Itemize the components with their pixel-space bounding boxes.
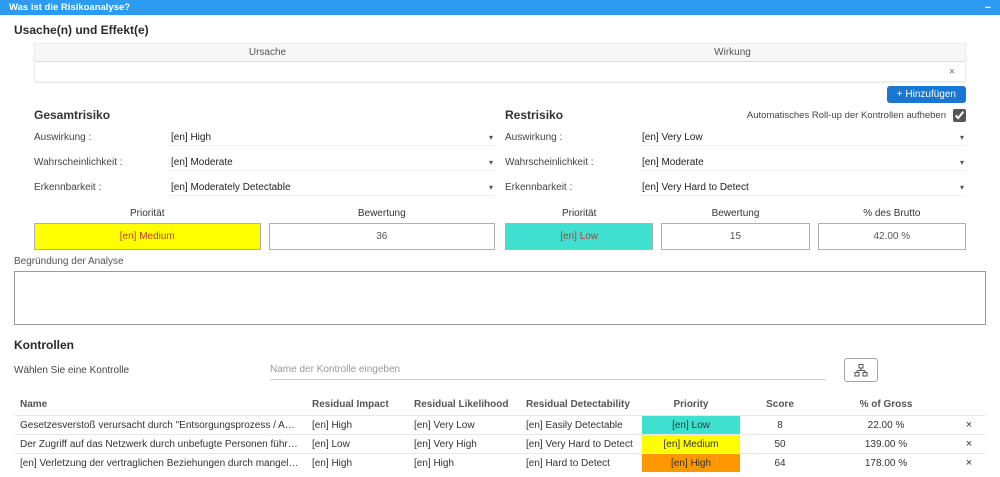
col-score: Score — [766, 399, 794, 410]
residual-detectability-label: Erkennbarkeit : — [505, 182, 573, 193]
effect-input[interactable] — [487, 62, 939, 81]
residual-risk-panel: Restrisiko Automatisches Roll-up der Kon… — [505, 105, 966, 250]
residual-priority-header: Priorität — [561, 208, 597, 219]
chevron-down-icon: ▾ — [959, 132, 964, 142]
gross-likelihood-label: Wahrscheinlichkeit : — [34, 157, 123, 168]
remove-control-icon[interactable]: × — [952, 415, 986, 435]
effect-column-header: Wirkung — [714, 47, 751, 58]
control-detectability: [en] Very Hard to Detect — [520, 434, 642, 454]
chevron-down-icon: ▾ — [488, 182, 493, 192]
table-row: Gesetzesverstoß verursacht durch "Entsor… — [14, 415, 986, 435]
control-priority-badge: [en] Medium — [642, 434, 740, 454]
col-residual-likelihood: Residual Likelihood — [414, 399, 509, 410]
table-row: Der Zugriff auf das Netzwerk durch unbef… — [14, 434, 986, 454]
cause-effect-heading: Usache(n) und Effekt(e) — [14, 23, 149, 37]
residual-likelihood-value: [en] Moderate — [642, 156, 704, 168]
residual-priority-box: [en] Low — [505, 223, 654, 250]
col-name: Name — [20, 399, 48, 410]
control-likelihood: [en] Very High — [408, 434, 520, 454]
gross-detectability-label: Erkennbarkeit : — [34, 182, 102, 193]
residual-likelihood-label: Wahrscheinlichkeit : — [505, 157, 594, 168]
gross-score-header: Bewertung — [357, 208, 406, 219]
control-name: [en] Verletzung der vertraglichen Bezieh… — [14, 453, 306, 472]
residual-impact-value: [en] Very Low — [642, 131, 703, 143]
minimize-icon[interactable]: − — [985, 2, 991, 14]
hierarchy-button[interactable] — [844, 358, 878, 382]
gross-risk-panel: Gesamtrisiko Auswirkung : [en] High ▾ Wa… — [34, 105, 495, 250]
cause-effect-row: × — [35, 62, 965, 81]
control-likelihood: [en] High — [408, 453, 520, 472]
residual-percent-box: 42.00 % — [817, 223, 966, 250]
col-actions — [952, 394, 986, 416]
gross-risk-title: Gesamtrisiko — [34, 108, 111, 122]
chevron-down-icon: ▾ — [959, 157, 964, 167]
gross-impact-value: [en] High — [171, 131, 212, 143]
gross-detectability-select[interactable]: [en] Moderately Detectable ▾ — [169, 180, 495, 196]
table-row: [en] Verletzung der vertraglichen Bezieh… — [14, 453, 986, 472]
cause-effect-table: Ursache Wirkung × — [34, 43, 966, 82]
control-impact: [en] High — [306, 415, 408, 435]
control-score: 50 — [740, 434, 820, 454]
col-residual-impact: Residual Impact — [312, 399, 389, 410]
window-title: Was ist die Risikoanalyse? — [9, 2, 131, 13]
residual-risk-title: Restrisiko — [505, 108, 564, 122]
control-name: Gesetzesverstoß verursacht durch "Entsor… — [14, 415, 306, 435]
residual-detectability-select[interactable]: [en] Very Hard to Detect ▾ — [640, 180, 966, 196]
control-detectability: [en] Hard to Detect — [520, 453, 642, 472]
control-percent: 22.00 % — [820, 415, 952, 435]
control-percent: 139.00 % — [820, 434, 952, 454]
cause-input[interactable] — [35, 62, 487, 81]
control-score: 64 — [740, 453, 820, 472]
remove-control-icon[interactable]: × — [952, 453, 986, 472]
chevron-down-icon: ▾ — [488, 132, 493, 142]
gross-impact-label: Auswirkung : — [34, 132, 92, 143]
residual-score-header: Bewertung — [711, 208, 760, 219]
residual-score-box: 15 — [661, 223, 810, 250]
control-score: 8 — [740, 415, 820, 435]
controls-heading: Kontrollen — [14, 338, 74, 352]
control-impact: [en] High — [306, 453, 408, 472]
window-titlebar: Was ist die Risikoanalyse? − — [0, 0, 1000, 15]
col-percent-gross: % of Gross — [859, 399, 913, 410]
residual-impact-select[interactable]: [en] Very Low ▾ — [640, 130, 966, 146]
rollup-checkbox[interactable] — [953, 108, 966, 122]
col-residual-detectability: Residual Detectability — [526, 399, 630, 410]
chevron-down-icon: ▾ — [959, 182, 964, 192]
justification-label: Begründung der Analyse — [14, 256, 124, 267]
control-priority-badge: [en] Low — [642, 415, 740, 435]
gross-impact-select[interactable]: [en] High ▾ — [169, 130, 495, 146]
control-detectability: [en] Easily Detectable — [520, 415, 642, 435]
cause-column-header: Ursache — [248, 47, 287, 58]
residual-detectability-value: [en] Very Hard to Detect — [642, 181, 749, 193]
remove-control-icon[interactable]: × — [952, 434, 986, 454]
remove-row-icon[interactable]: × — [939, 66, 965, 78]
residual-percent-header: % des Brutto — [863, 208, 921, 219]
control-percent: 178.00 % — [820, 453, 952, 472]
control-picker-label: Wählen Sie eine Kontrolle — [14, 364, 130, 376]
controls-table: Name Residual Impact Residual Likelihood… — [14, 394, 986, 472]
gross-likelihood-value: [en] Moderate — [171, 156, 233, 168]
gross-likelihood-select[interactable]: [en] Moderate ▾ — [169, 155, 495, 171]
chevron-down-icon: ▾ — [488, 157, 493, 167]
residual-impact-label: Auswirkung : — [505, 132, 563, 143]
residual-likelihood-select[interactable]: [en] Moderate ▾ — [640, 155, 966, 171]
gross-priority-box: [en] Medium — [34, 223, 261, 250]
control-priority-badge: [en] High — [642, 453, 740, 472]
control-name: Der Zugriff auf das Netzwerk durch unbef… — [14, 434, 306, 454]
gross-detectability-value: [en] Moderately Detectable — [171, 181, 291, 193]
add-button[interactable]: + Hinzufügen — [886, 86, 966, 103]
control-search-input[interactable] — [270, 360, 826, 380]
control-likelihood: [en] Very Low — [408, 415, 520, 435]
col-priority: Priority — [673, 399, 709, 410]
control-impact: [en] Low — [306, 434, 408, 454]
justification-textarea[interactable] — [14, 271, 986, 325]
hierarchy-icon — [854, 363, 868, 376]
rollup-label: Automatisches Roll-up der Kontrollen auf… — [746, 109, 946, 121]
cause-effect-header-row: Ursache Wirkung — [35, 44, 965, 62]
gross-score-box: 36 — [268, 223, 495, 250]
controls-header-row: Name Residual Impact Residual Likelihood… — [14, 394, 986, 416]
gross-priority-header: Priorität — [130, 208, 165, 219]
